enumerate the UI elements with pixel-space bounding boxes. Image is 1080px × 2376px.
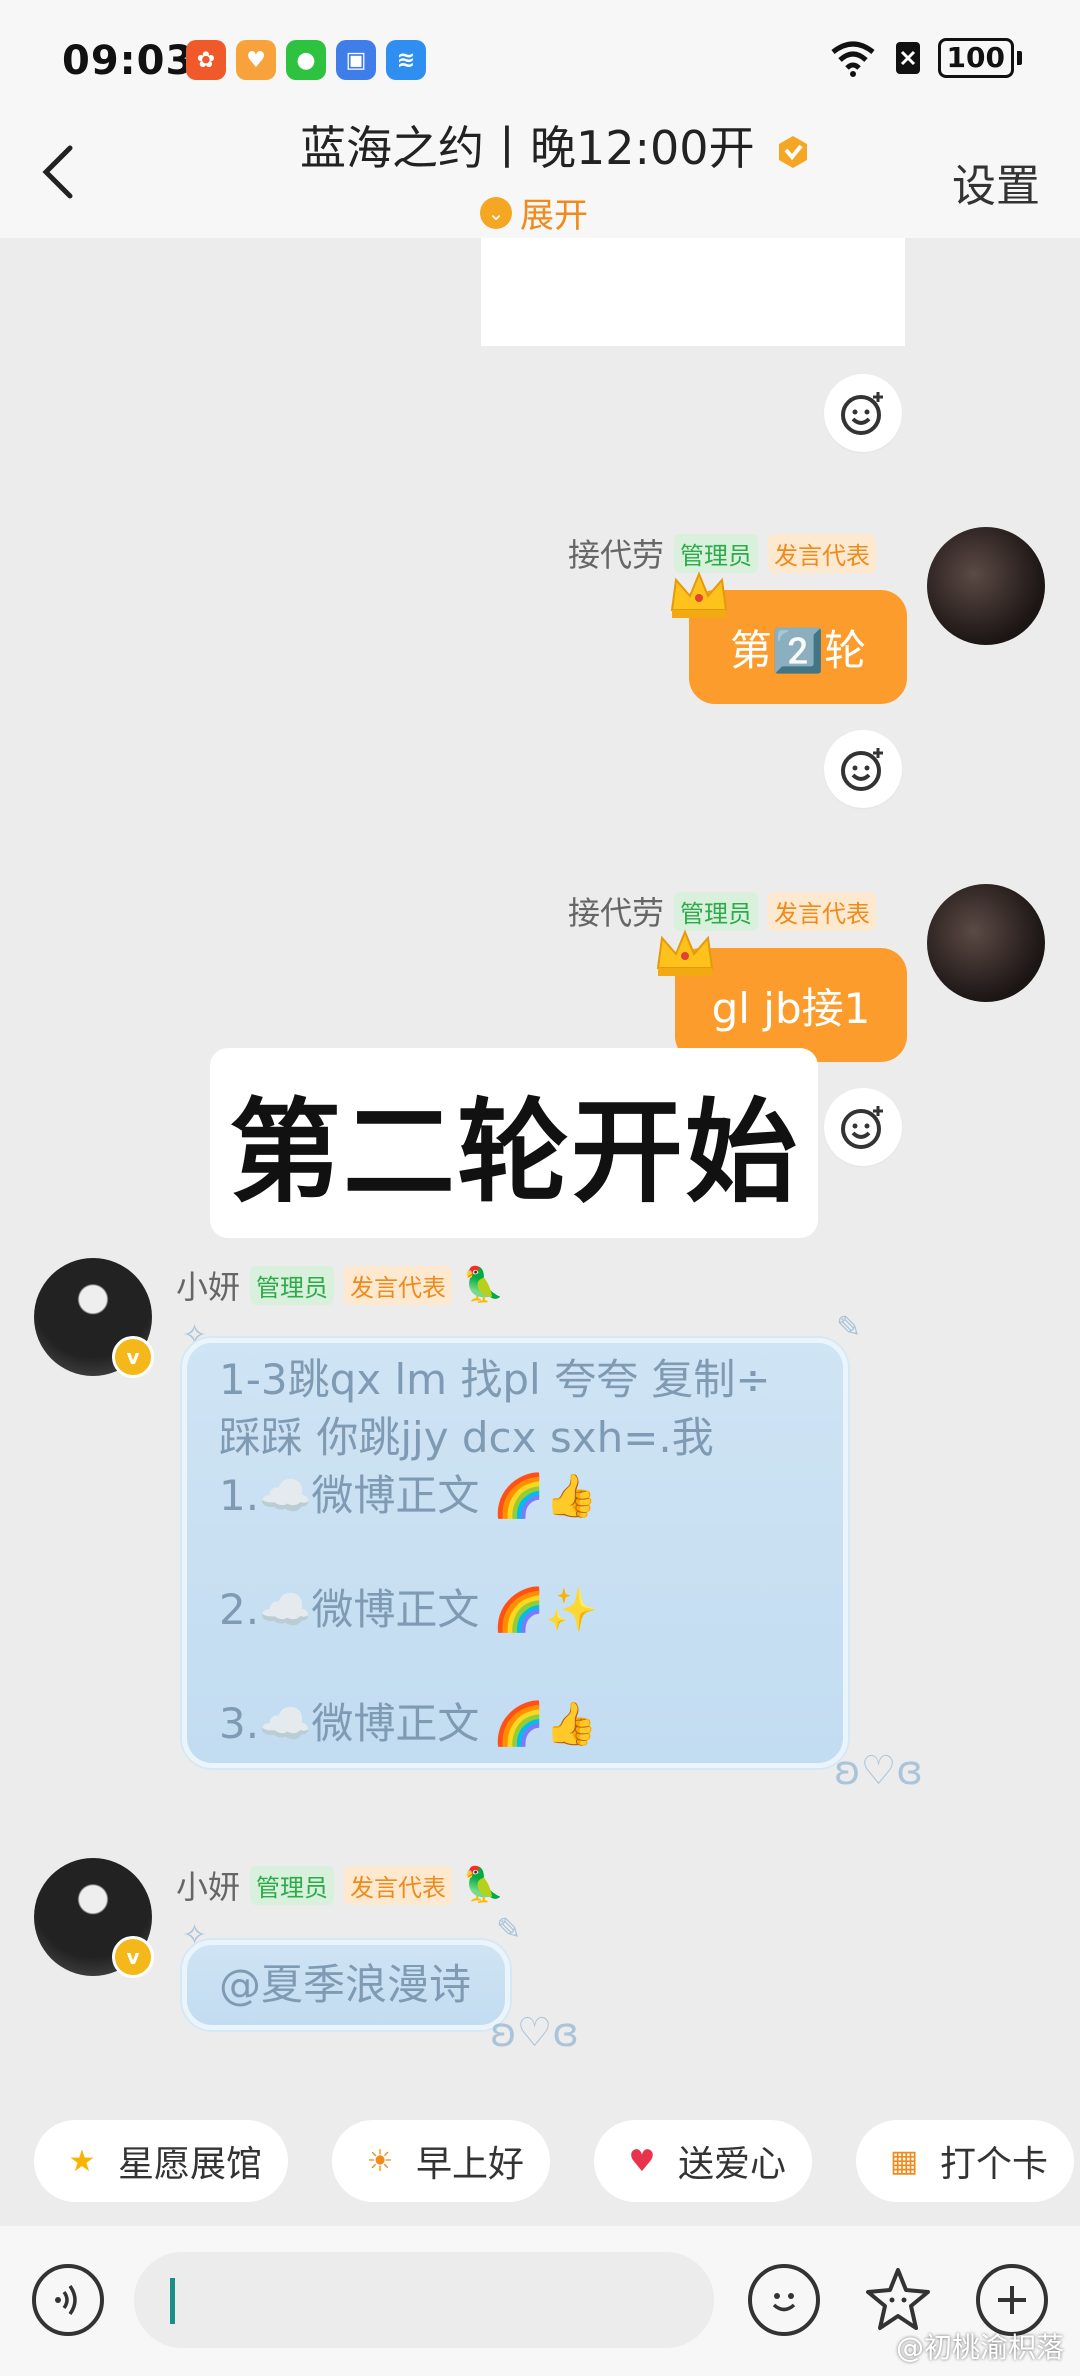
battery-level: 100 <box>937 38 1014 78</box>
smiley-icon <box>772 2293 796 2312</box>
quick-reply-label: 打个卡 <box>940 2144 1049 2185</box>
verified-badge-icon: v <box>112 1936 154 1978</box>
input-bar: @初桃渝枳落 <box>0 2226 1080 2376</box>
avatar[interactable] <box>927 884 1045 1002</box>
quick-reply-chip[interactable]: ★ 星愿展馆 <box>34 2120 289 2202</box>
expand-button[interactable]: ⌄ 展开 <box>480 188 588 237</box>
chevron-down-icon: ⌄ <box>480 196 512 229</box>
quick-reply-label: 早上好 <box>416 2144 525 2185</box>
verified-badge-icon: v <box>112 1336 154 1378</box>
mention-text: @夏季浪漫诗 <box>219 1960 472 2009</box>
battery-tip <box>1017 51 1022 65</box>
crown-icon <box>670 571 728 618</box>
battery-icon: 100 <box>937 38 1022 78</box>
wechat-icon: ● <box>286 40 326 80</box>
add-reaction-button[interactable] <box>824 1088 902 1166</box>
back-arrow-icon[interactable] <box>38 142 78 202</box>
app-icon-wifi-helper: ≋ <box>386 40 426 80</box>
angel-decoration-icon: ʚ♡ɞ <box>490 2010 579 2056</box>
status-time: 09:03 <box>62 38 195 84</box>
sender-name: 小妍 <box>176 1268 241 1306</box>
message-bubble: 1-3跳qx lm 找pl 夸夸 复制÷ 踩踩 你跳jjy dcx sxh=.我… <box>182 1338 848 1768</box>
quick-reply-label: 送爱心 <box>678 2144 787 2185</box>
parrot-icon: 🦜 <box>462 1865 505 1905</box>
quick-reply-chip[interactable]: ▦ 打个卡 <box>856 2120 1075 2202</box>
add-reaction-button[interactable] <box>824 374 902 452</box>
text-caret <box>170 2278 175 2324</box>
smiley-plus-icon <box>841 392 883 435</box>
quick-reply-label: 星愿展馆 <box>118 2144 263 2185</box>
status-bar: 09:03 ✿ ♥ ● ▣ ≋ 100 <box>0 0 1080 120</box>
app-icon-orange: ✿ <box>186 40 226 80</box>
message-line <box>219 1525 811 1581</box>
expand-label: 展开 <box>520 196 588 236</box>
parrot-icon: 🦜 <box>462 1265 505 1305</box>
message-line: 2.☁️微博正文 🌈✨ <box>219 1585 598 1634</box>
feather-decoration-icon: ✎ <box>496 1912 522 1947</box>
star-icon: ★ <box>68 2143 96 2179</box>
voice-icon <box>55 2284 77 2316</box>
watermark: @初桃渝枳落 <box>895 2331 1064 2364</box>
admin-tag: 管理员 <box>250 1265 335 1305</box>
representative-tag: 发言代表 <box>768 891 877 931</box>
chat-title: 蓝海之约丨晚12:00开 <box>300 112 811 178</box>
smiley-plus-icon <box>841 1106 883 1149</box>
round-start-banner: 第二轮开始 <box>210 1048 818 1238</box>
message-input[interactable] <box>134 2252 714 2348</box>
representative-tag: 发言代表 <box>344 1865 453 1905</box>
emoji-button[interactable] <box>748 2264 820 2336</box>
plus-icon <box>998 2286 1026 2314</box>
chat-title-text: 蓝海之约丨晚12:00开 <box>300 121 755 175</box>
add-reaction-button[interactable] <box>824 730 902 808</box>
crown-icon <box>656 929 714 976</box>
previous-message-tail <box>481 238 905 346</box>
sender-name: 小妍 <box>176 1868 241 1906</box>
sender-line: 小妍 管理员 发言代表 🦜 <box>176 1862 504 1908</box>
angel-decoration-icon: ʚ♡ɞ <box>834 1748 923 1794</box>
sun-face-icon: ☀ <box>366 2143 394 2179</box>
sender-line: 小妍 管理员 发言代表 🦜 <box>176 1262 504 1308</box>
voice-button[interactable] <box>32 2264 104 2336</box>
smiley-plus-icon <box>841 748 883 791</box>
representative-tag: 发言代表 <box>768 533 877 573</box>
sender-name: 接代劳 <box>568 894 665 932</box>
quick-replies: ★ 星愿展馆 ☀ 早上好 ♥ 送爱心 ▦ 打个卡 <box>0 2120 1080 2204</box>
top-bar: 09:03 ✿ ♥ ● ▣ ≋ 100 蓝海之约丨晚12:00开 ⌄ 展开 设置 <box>0 0 1080 238</box>
sender-name: 接代劳 <box>568 536 665 574</box>
sender-line: 接代劳 管理员 发言代表 <box>568 888 877 934</box>
wifi-icon <box>830 41 875 77</box>
verified-badge-icon <box>779 135 808 168</box>
calendar-icon: ▦ <box>889 2143 919 2179</box>
app-icon-heart: ♥ <box>236 40 276 80</box>
message-line: 1.☁️微博正文 🌈👍 <box>219 1471 598 1520</box>
quick-reply-chip[interactable]: ☀ 早上好 <box>332 2120 551 2202</box>
feather-decoration-icon: ✎ <box>836 1310 862 1345</box>
message-line: 3.☁️微博正文 🌈👍 <box>219 1699 598 1748</box>
admin-tag: 管理员 <box>250 1865 335 1905</box>
admin-tag: 管理员 <box>674 533 759 573</box>
no-sim-icon <box>895 42 920 74</box>
settings-button[interactable]: 设置 <box>952 150 1040 214</box>
quick-reply-chip[interactable]: ♥ 送爱心 <box>594 2120 813 2202</box>
message-line <box>219 1639 811 1695</box>
message-line: 踩踩 你跳jjy dcx sxh=.我 <box>219 1413 714 1462</box>
representative-tag: 发言代表 <box>344 1265 453 1305</box>
app-icon-blue: ▣ <box>336 40 376 80</box>
message-line: 1-3跳qx lm 找pl 夸夸 复制÷ <box>219 1355 771 1404</box>
heart-icon: ♥ <box>628 2143 656 2179</box>
admin-tag: 管理员 <box>674 891 759 931</box>
notification-icons: ✿ ♥ ● ▣ ≋ <box>186 40 426 80</box>
system-icons: 100 <box>828 38 1022 78</box>
message-bubble: @夏季浪漫诗 <box>182 1940 510 2030</box>
avatar[interactable] <box>927 527 1045 645</box>
